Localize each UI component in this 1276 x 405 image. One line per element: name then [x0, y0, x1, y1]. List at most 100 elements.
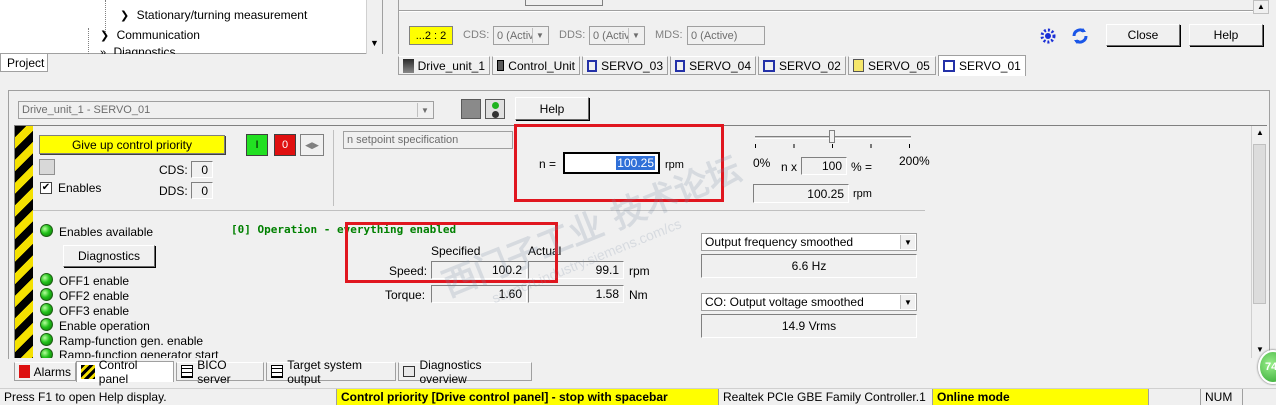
toolbar-scroll-up[interactable]: ▲ — [1253, 0, 1269, 14]
drive-off-button[interactable]: 0 — [274, 134, 296, 156]
panel-cds-value: 0 — [191, 161, 213, 178]
panel-cds-label: CDS: — [159, 163, 188, 177]
tab-project[interactable]: Project — [0, 54, 48, 72]
alarm-icon — [19, 365, 30, 378]
percent-eq-label: % = — [851, 160, 873, 174]
result-value: 100.25 — [753, 184, 849, 203]
off1-enable-led — [40, 273, 53, 286]
rfg-start-led — [40, 348, 53, 358]
off2-enable-label: OFF2 enable — [59, 289, 130, 303]
panel-scrollbar[interactable]: ▲ ▼ — [1251, 126, 1267, 358]
project-tree: ❯ Stationary/turning measurement ❯ Commu… — [0, 0, 383, 54]
dds-select[interactable]: 0 (Activ ▼ — [589, 26, 645, 45]
scrollbar-thumb[interactable] — [1253, 144, 1266, 304]
tree-scrollbar[interactable]: ▼ — [366, 0, 382, 54]
speed-percent-slider[interactable] — [755, 130, 913, 152]
chevron-down-icon: ▼ — [628, 28, 643, 43]
traffic-light-green — [492, 102, 499, 109]
drive-select[interactable]: Drive_unit_1 - SERVO_01 ▼ — [18, 101, 434, 119]
enable-operation-label: Enable operation — [59, 319, 150, 333]
settings-gear-icon[interactable] — [1037, 26, 1059, 46]
scroll-down-icon[interactable]: ▼ — [1256, 345, 1264, 354]
monitor1-select[interactable]: Output frequency smoothed ▼ — [701, 233, 917, 251]
tree-item-stationary[interactable]: ❯ Stationary/turning measurement — [120, 8, 307, 22]
enables-available-led — [40, 224, 53, 237]
enable-operation-led — [40, 318, 53, 331]
panel-dds-value: 0 — [191, 182, 213, 199]
status-blank-2 — [1242, 389, 1276, 405]
top-cut-button[interactable] — [525, 0, 603, 6]
monitor2-select[interactable]: CO: Output voltage smoothed ▼ — [701, 293, 917, 311]
percent-value: 100 — [801, 157, 847, 175]
enables-label: Enables — [58, 181, 102, 195]
status-adapter: Realtek PCIe GBE Family Controller.1 — [718, 389, 932, 405]
status-blank — [1148, 389, 1200, 405]
control-unit-icon — [497, 60, 505, 71]
panel-icon-1[interactable] — [461, 99, 481, 119]
drive-on-button[interactable]: I — [246, 134, 268, 156]
servo-icon — [587, 59, 598, 72]
slider-max-label: 200% — [899, 154, 930, 168]
status-help-hint: Press F1 to open Help display. — [4, 390, 167, 404]
tab-alarms[interactable]: Alarms — [14, 362, 76, 381]
tree-item-diagnostics[interactable]: » Diagnostics — [100, 45, 176, 54]
grid-icon — [181, 365, 194, 378]
double-chevron-icon: » — [100, 47, 107, 54]
tab-target-system-output[interactable]: Target system output — [266, 358, 396, 386]
enables-icon — [39, 159, 55, 175]
status-priority-message: Control priority [Drive control panel] -… — [336, 389, 718, 405]
refresh-icon[interactable] — [1069, 26, 1091, 46]
scroll-up-icon: ▲ — [1257, 2, 1265, 11]
servo-icon — [675, 59, 686, 72]
chevron-down-icon: ▼ — [532, 28, 547, 43]
chevron-down-icon: ▼ — [417, 103, 432, 117]
tab-control-panel[interactable]: Control panel — [76, 358, 174, 386]
tab-control-unit[interactable]: Control_Unit — [492, 56, 580, 75]
mds-field: 0 (Active) — [687, 26, 765, 45]
tab-servo-03[interactable]: SERVO_03 — [582, 56, 668, 75]
tree-lines-2 — [88, 28, 89, 54]
online-toolbar: ▲ ...2 : 2 CDS: 0 (Activ ▼ DDS: 0 (Activ… — [398, 0, 1276, 54]
tab-servo-02[interactable]: SERVO_02 — [758, 56, 846, 75]
cds-select[interactable]: 0 (Activ ▼ — [493, 26, 549, 45]
cds-label: CDS: — [463, 29, 490, 41]
give-up-control-priority-button[interactable]: Give up control priority — [39, 135, 225, 154]
torque-unit: Nm — [629, 288, 648, 302]
tab-bico-server[interactable]: BICO server — [176, 358, 264, 386]
diagnostics-icon — [403, 366, 416, 377]
tree-item-communication[interactable]: ❯ Communication — [100, 28, 200, 42]
result-unit-label: rpm — [853, 188, 872, 200]
rfg-enable-led — [40, 333, 53, 346]
close-button[interactable]: Close — [1106, 24, 1180, 46]
tab-diagnostics-overview[interactable]: Diagnostics overview — [398, 358, 532, 386]
slider-thumb[interactable] — [829, 130, 835, 143]
panel-dds-label: DDS: — [159, 184, 188, 198]
tab-servo-05[interactable]: SERVO_05 — [848, 56, 936, 75]
monitor1-value: 6.6 Hz — [701, 254, 917, 278]
chevron-right-icon: ❯ — [100, 30, 110, 42]
servo-icon — [943, 60, 955, 72]
panel-help-button[interactable]: Help — [515, 97, 589, 120]
traffic-light-icon[interactable] — [485, 99, 505, 119]
diagnostics-button[interactable]: Diagnostics — [63, 245, 155, 267]
scroll-down-icon[interactable]: ▼ — [370, 38, 379, 48]
torque-label: Torque: — [385, 288, 426, 302]
off2-enable-led — [40, 288, 53, 301]
tab-servo-04[interactable]: SERVO_04 — [670, 56, 756, 75]
n-x-label: n x — [781, 160, 798, 174]
toolbar-divider — [399, 10, 1269, 12]
chevron-right-icon: ❯ — [120, 10, 130, 22]
rfg-enable-label: Ramp-function gen. enable — [59, 334, 204, 348]
jog-button[interactable]: ◀▶ — [300, 134, 324, 156]
scroll-up-icon[interactable]: ▲ — [1256, 128, 1264, 137]
tab-servo-01[interactable]: SERVO_01 — [938, 55, 1026, 76]
horizontal-divider — [33, 210, 925, 211]
help-button[interactable]: Help — [1189, 24, 1263, 46]
monitor2-value: 14.9 Vrms — [701, 314, 917, 338]
vertical-divider — [333, 130, 334, 206]
highlight-frame-setpoint — [514, 124, 724, 202]
enables-checkbox[interactable]: ✔ — [40, 182, 52, 194]
enables-available-label: Enables available — [59, 225, 154, 239]
ddc-indicator: ...2 : 2 — [409, 26, 453, 45]
tab-drive-unit-1[interactable]: Drive_unit_1 — [398, 56, 490, 75]
